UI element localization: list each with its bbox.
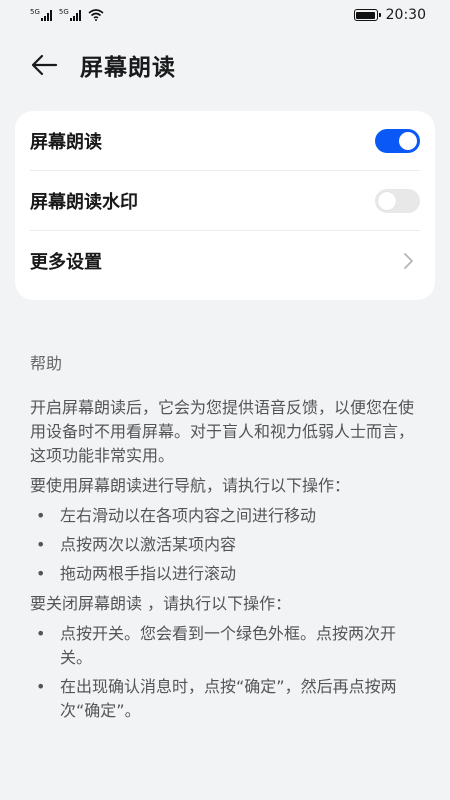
settings-card: 屏幕朗读 屏幕朗读水印 更多设置: [15, 111, 435, 300]
nav-heading: 要使用屏幕朗读进行导航，请执行以下操作：: [30, 476, 351, 495]
wifi-icon: [88, 9, 104, 21]
setting-row-more-settings[interactable]: 更多设置: [30, 231, 420, 291]
setting-row-screen-reader[interactable]: 屏幕朗读: [30, 111, 420, 171]
setting-label: 屏幕朗读水印: [30, 191, 138, 213]
nav-steps-list: 左右滑动以在各项内容之间进行移动 点按两次以激活某项内容 拖动两根手指以进行滚动: [30, 504, 422, 586]
page-title: 屏幕朗读: [80, 55, 176, 81]
help-title: 帮助: [30, 354, 63, 373]
off-steps-list: 点按开关。您会看到一个绿色外框。点按两次开关。 在出现确认消息时，点按“确定”，…: [30, 622, 422, 723]
signal-indicators: 5G 5G: [30, 9, 104, 21]
app-header: 屏幕朗读: [0, 40, 450, 90]
list-item: 拖动两根手指以进行滚动: [30, 562, 422, 586]
toggle-knob: [378, 191, 396, 210]
cellular-signal-icon: 5G: [59, 9, 82, 21]
back-button[interactable]: [30, 50, 60, 80]
list-item: 点按开关。您会看到一个绿色外框。点按两次开关。: [30, 622, 422, 670]
off-heading: 要关闭屏幕朗读 ，请执行以下操作：: [30, 594, 292, 613]
setting-label: 屏幕朗读: [30, 131, 102, 153]
back-arrow-icon: [31, 54, 58, 76]
battery-icon: [353, 9, 381, 21]
toggle-knob: [399, 131, 417, 150]
setting-row-watermark[interactable]: 屏幕朗读水印: [30, 171, 420, 231]
clock: 20:30: [385, 7, 426, 23]
chevron-right-icon: [404, 253, 413, 269]
status-bar: 5G 5G 20:30: [0, 0, 450, 30]
screen-reader-toggle[interactable]: [375, 128, 420, 153]
list-item: 左右滑动以在各项内容之间进行移动: [30, 504, 422, 528]
watermark-toggle[interactable]: [375, 188, 420, 213]
status-right: 20:30: [353, 7, 426, 23]
help-intro: 开启屏幕朗读后，它会为您提供语音反馈，以便您在使用设备时不用看屏幕。对于盲人和视…: [30, 398, 415, 465]
setting-label: 更多设置: [30, 252, 102, 273]
list-item: 点按两次以激活某项内容: [30, 533, 422, 557]
list-item: 在出现确认消息时，点按“确定”，然后再点按两次“确定”。: [30, 675, 422, 723]
help-section: 帮助 开启屏幕朗读后，它会为您提供语音反馈，以便您在使用设备时不用看屏幕。对于盲…: [30, 350, 422, 729]
cellular-signal-icon: 5G: [30, 9, 53, 21]
